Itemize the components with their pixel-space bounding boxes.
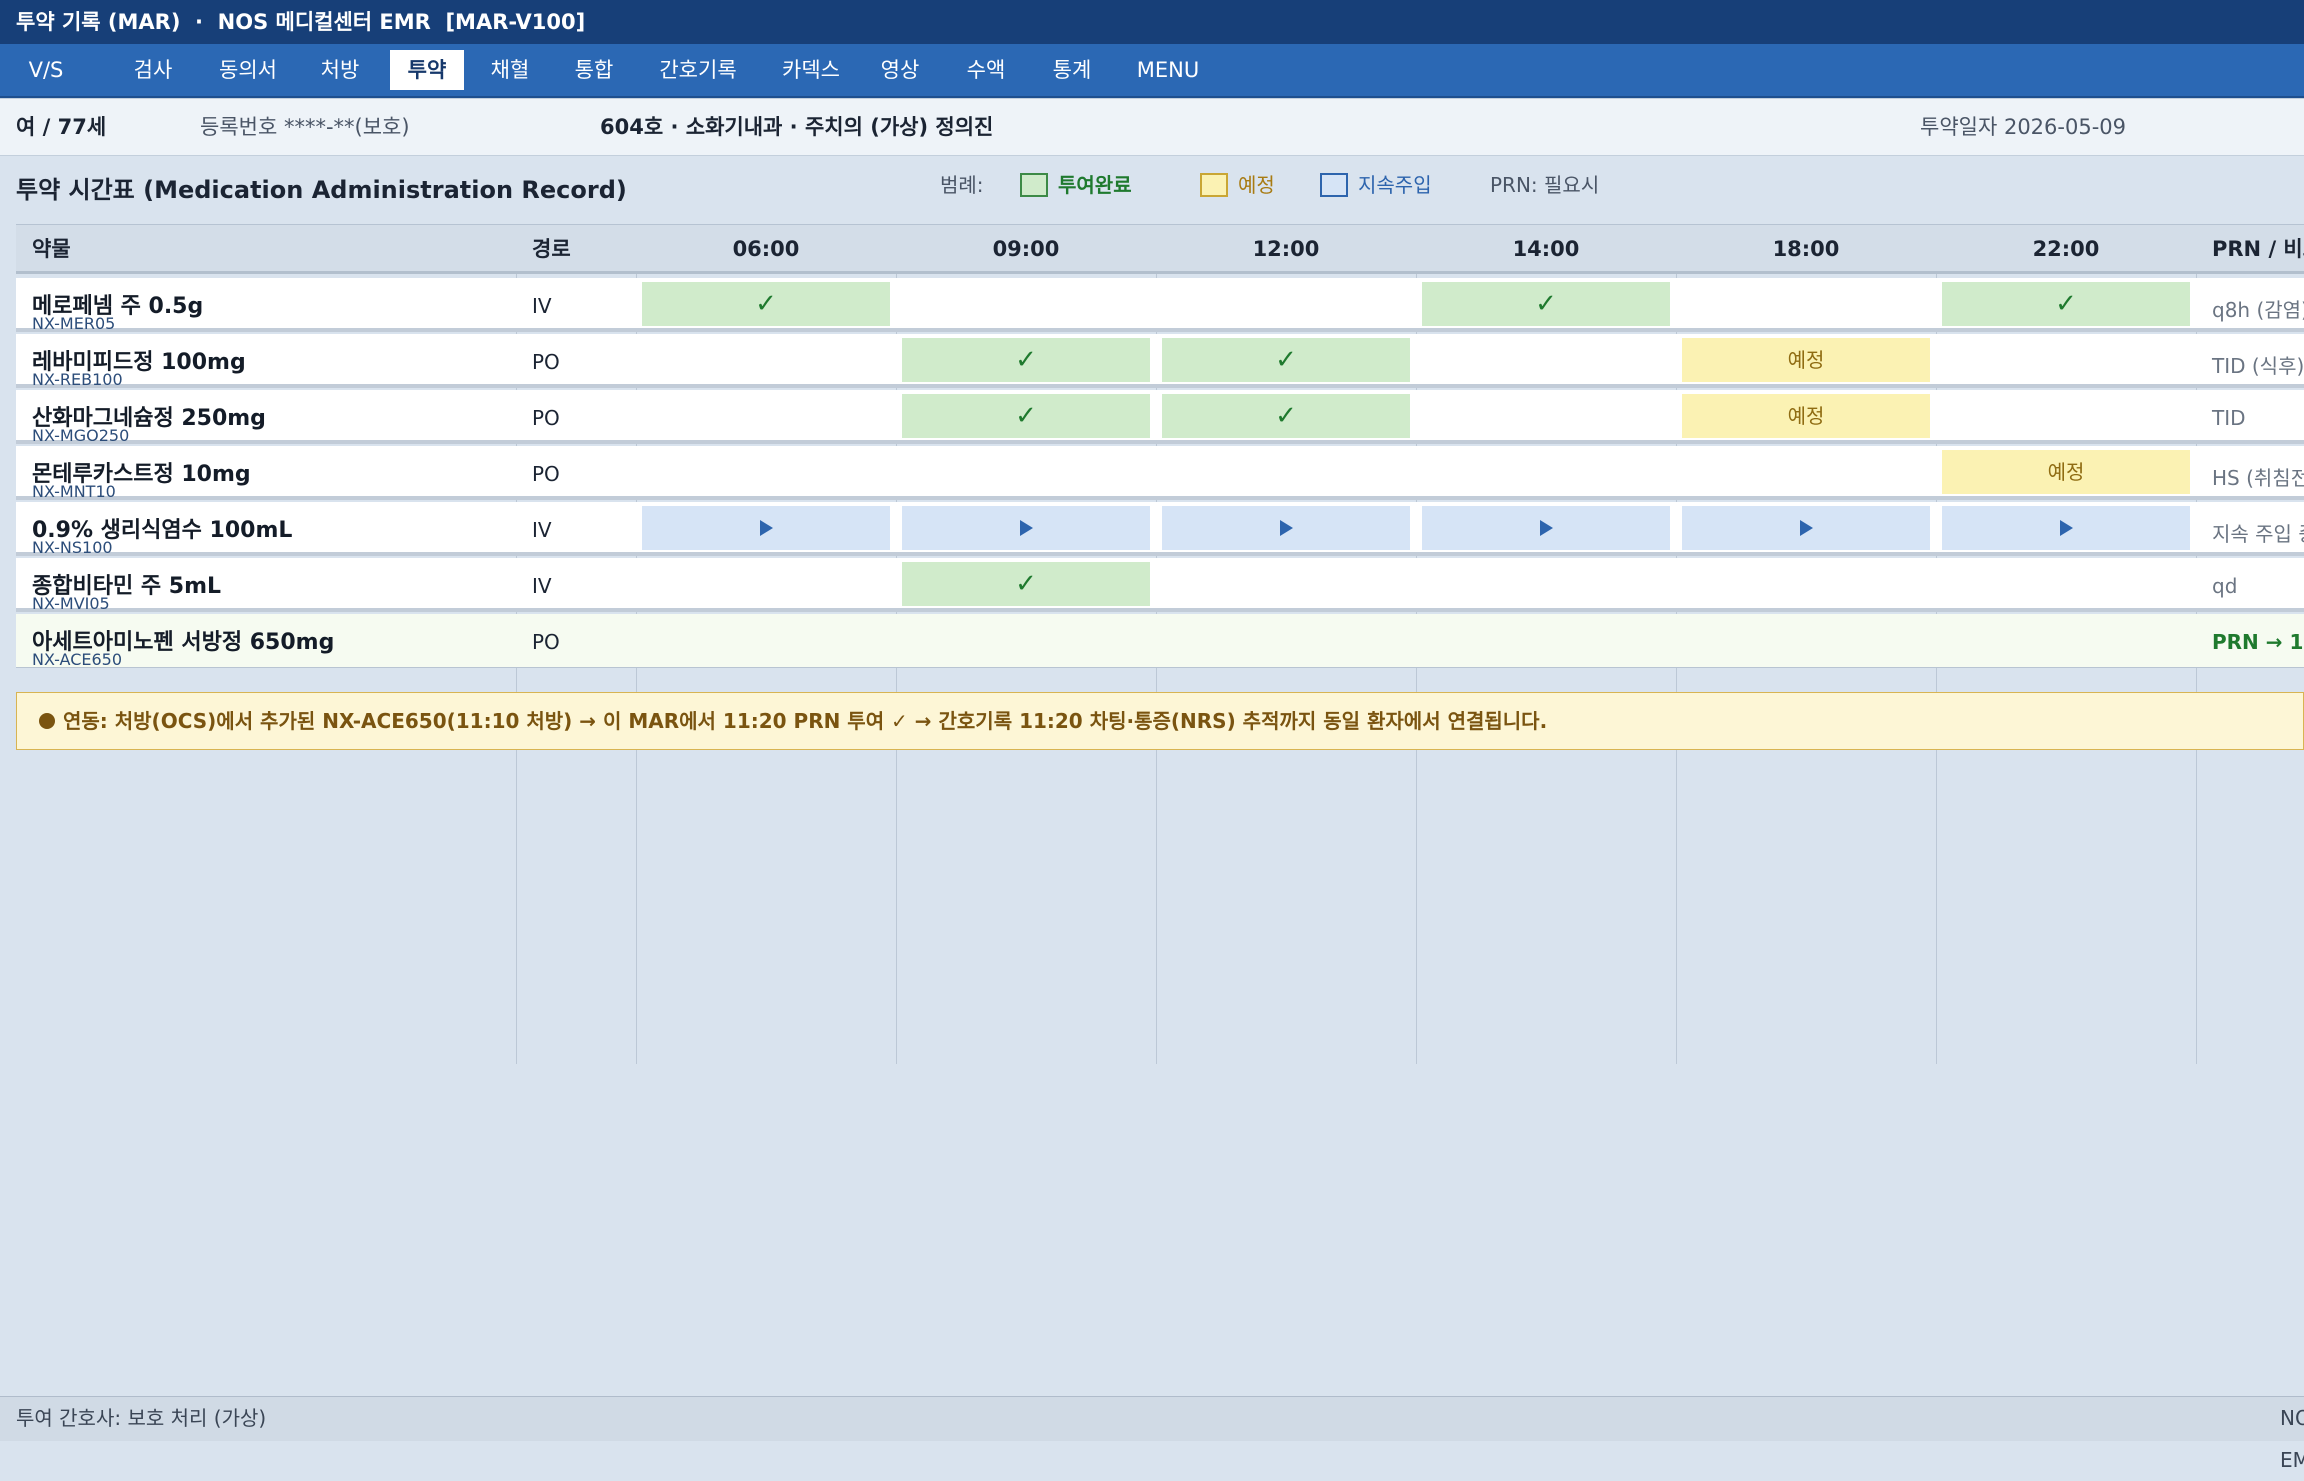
menu-exam[interactable]: 검사 bbox=[118, 50, 188, 90]
mar-cell-sched[interactable]: 예정 bbox=[1942, 450, 2190, 494]
col-header-time: 14:00 bbox=[1512, 237, 1580, 261]
mar-cell-done[interactable]: ✓ bbox=[902, 394, 1150, 438]
window-title: 투약 기록 (MAR) · NOS 메디컬센터 EMR [MAR-V100] bbox=[0, 0, 2304, 44]
notice-dot-icon bbox=[39, 713, 55, 729]
play-icon bbox=[759, 520, 773, 536]
table-row[interactable]: 레바미피드정 100mg NX-REB100 PO ✓ ✓ 예정 TID (식후) bbox=[16, 334, 2304, 389]
drug-note: TID bbox=[2212, 406, 2246, 430]
menu-bar: V/S 검사 동의서 처방 투약 채혈 통합 간호기록 카덱스 영상 수액 통계 MENU bbox=[0, 44, 2304, 98]
play-icon bbox=[1799, 520, 1813, 536]
col-header-time: 18:00 bbox=[1772, 237, 1840, 261]
patient-banner: 여 / 77세 등록번호 ****-**(보호) 604호 · 소화기내과 · … bbox=[0, 98, 2304, 156]
drug-route: PO bbox=[532, 406, 560, 430]
col-header-drug: 약물 bbox=[32, 237, 71, 261]
table-row[interactable]: 아세트아미노펜 서방정 650mgNX-ACE650POPRN → 11:20 bbox=[16, 614, 2304, 669]
col-header-time: 06:00 bbox=[732, 237, 800, 261]
patient-sex-age: 여 / 77세 bbox=[16, 115, 107, 139]
mar-cell-sched[interactable]: 예정 bbox=[1682, 338, 1930, 382]
drug-route: PO bbox=[532, 462, 560, 486]
drug-note: q8h (감염) bbox=[2212, 298, 2304, 322]
legend-scheduled-swatch bbox=[1200, 173, 1228, 197]
table-row[interactable]: 종합비타민 주 5mL NX-MVI05 IV ✓ qd bbox=[16, 558, 2304, 613]
status-nurse: 투여 간호사: 보호 처리 (가상) bbox=[16, 1406, 267, 1430]
mar-cell-sched[interactable]: 예정 bbox=[1682, 394, 1930, 438]
col-header-note: PRN / 비고 bbox=[2212, 237, 2304, 261]
drug-note: qd bbox=[2212, 574, 2238, 598]
menu-fluid[interactable]: 수액 bbox=[958, 50, 1014, 90]
menu-consent[interactable]: 동의서 bbox=[206, 50, 290, 90]
mar-table-header: 약물 경로 06:00 09:00 12:00 14:00 18:00 22:00 PRN / … bbox=[16, 224, 2304, 274]
patient-reg-no: 등록번호 ****-**(보호) bbox=[200, 115, 410, 139]
menu-order[interactable]: 처방 bbox=[312, 50, 368, 90]
mar-cell-inf[interactable] bbox=[642, 506, 890, 550]
drug-route: PO bbox=[532, 350, 560, 374]
table-row[interactable]: 산화마그네슘정 250mg NX-MGO250 PO ✓ ✓ 예정 TID bbox=[16, 390, 2304, 445]
status-bar: 투여 간호사: 보호 처리 (가상) NOS EMR bbox=[0, 1396, 2304, 1472]
drug-code: NX-ACE650 bbox=[32, 650, 123, 669]
legend-scheduled: 예정 bbox=[1200, 170, 1275, 200]
table-row[interactable]: 몬테루카스트정 10mgNX-MNT10PO예정HS (취침전) bbox=[16, 446, 2304, 501]
drug-code: NX-MNT10 bbox=[32, 482, 116, 501]
menu-kardex[interactable]: 카덱스 bbox=[772, 50, 850, 90]
mar-cell-inf[interactable] bbox=[1682, 506, 1930, 550]
drug-note: 지속 주입 중 bbox=[2212, 522, 2304, 546]
col-header-time: 09:00 bbox=[992, 237, 1060, 261]
menu-stats[interactable]: 통계 bbox=[1040, 50, 1104, 90]
drug-route: IV bbox=[532, 518, 552, 542]
col-header-time: 22:00 bbox=[2032, 237, 2100, 261]
menu-integrated[interactable]: 통합 bbox=[566, 50, 622, 90]
legend-infusion-label: 지속주입 bbox=[1358, 173, 1432, 197]
drug-code: NX-NS100 bbox=[32, 538, 113, 557]
menu-nursing[interactable]: 간호기록 bbox=[650, 50, 746, 90]
mar-cell-inf[interactable] bbox=[902, 506, 1150, 550]
integration-notice: 연동: 처방(OCS)에서 추가된 NX-ACE650(11:10 처방) → … bbox=[16, 692, 2304, 750]
administration-date: 투약일자 2026-05-09 bbox=[1920, 115, 2126, 139]
play-icon bbox=[2059, 520, 2073, 536]
mar-cell-done[interactable]: ✓ bbox=[1422, 282, 1670, 326]
menu-imaging[interactable]: 영상 bbox=[872, 50, 928, 90]
patient-ward-info: 604호 · 소화기내과 · 주치의 (가상) 정의진 bbox=[600, 115, 994, 139]
mar-cell-done[interactable]: ✓ bbox=[1162, 394, 1410, 438]
drug-route: IV bbox=[532, 294, 552, 318]
drug-route: IV bbox=[532, 574, 552, 598]
play-icon bbox=[1539, 520, 1553, 536]
drug-code: NX-MVI05 bbox=[32, 594, 110, 613]
legend-done: 투여완료 bbox=[1020, 170, 1132, 200]
mar-cell-done[interactable]: ✓ bbox=[902, 338, 1150, 382]
table-row[interactable]: 메로페넴 주 0.5g NX-MER05 IV ✓ ✓ ✓ q8h (감염) bbox=[16, 278, 2304, 333]
drug-code: NX-REB100 bbox=[32, 370, 123, 389]
menu-mar[interactable]: 투약 bbox=[390, 50, 464, 90]
mar-cell-inf[interactable] bbox=[1162, 506, 1410, 550]
status-right: NOS EMR bbox=[2280, 1406, 2304, 1472]
mar-cell-done[interactable]: ✓ bbox=[1942, 282, 2190, 326]
section-title: 투약 시간표 (Medication Administration Record… bbox=[16, 176, 627, 204]
col-header-route: 경로 bbox=[532, 237, 571, 261]
mar-cell-inf[interactable] bbox=[1422, 506, 1670, 550]
menu-blood[interactable]: 채혈 bbox=[480, 50, 540, 90]
mar-cell-done[interactable]: ✓ bbox=[902, 562, 1150, 606]
col-header-time: 12:00 bbox=[1252, 237, 1320, 261]
menu-vs[interactable]: V/S bbox=[16, 50, 76, 90]
legend-label: 범례: bbox=[940, 173, 984, 197]
mar-cell-done[interactable]: ✓ bbox=[1162, 338, 1410, 382]
legend-infusion-swatch bbox=[1320, 173, 1348, 197]
legend-done-swatch bbox=[1020, 173, 1048, 197]
play-icon bbox=[1279, 520, 1293, 536]
legend-infusion: 지속주입 bbox=[1320, 170, 1432, 200]
legend-done-label: 투여완료 bbox=[1058, 173, 1132, 197]
drug-route: PO bbox=[532, 630, 560, 654]
notice-text: 연동: 처방(OCS)에서 추가된 NX-ACE650(11:10 처방) → … bbox=[63, 709, 1548, 733]
mar-cell-done[interactable]: ✓ bbox=[642, 282, 890, 326]
table-row[interactable]: 0.9% 생리식염수 100mLNX-NS100IV지속 주입 중 bbox=[16, 502, 2304, 557]
drug-note: TID (식후) bbox=[2212, 354, 2304, 378]
play-icon bbox=[1019, 520, 1033, 536]
menu-more[interactable]: MENU bbox=[1128, 50, 1208, 90]
drug-note: HS (취침전) bbox=[2212, 466, 2304, 490]
drug-code: NX-MGO250 bbox=[32, 426, 130, 445]
drug-code: NX-MER05 bbox=[32, 314, 116, 333]
legend-prn: PRN: 필요시 bbox=[1490, 173, 1600, 197]
legend-scheduled-label: 예정 bbox=[1238, 173, 1275, 197]
mar-cell-inf[interactable] bbox=[1942, 506, 2190, 550]
drug-note: PRN → 11:20 bbox=[2212, 630, 2304, 654]
